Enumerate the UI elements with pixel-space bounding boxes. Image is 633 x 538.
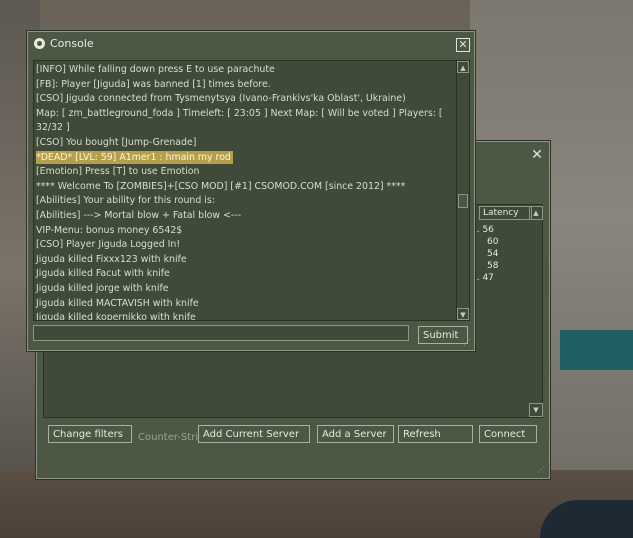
change-filters-button[interactable]: Change filters xyxy=(48,425,132,443)
add-current-server-button[interactable]: Add Current Server xyxy=(198,425,310,443)
scroll-up-icon[interactable]: ▲ xyxy=(529,206,543,220)
console-line-highlighted: *DEAD* [LVL: 59] A1mer1 : hmain my rod xyxy=(36,150,233,165)
add-server-button[interactable]: Add a Server xyxy=(317,425,394,443)
console-command-input[interactable] xyxy=(33,325,409,341)
console-line-text: [CSO] You bought [Jump-Grenade] xyxy=(36,136,197,148)
console-line-text: [Abilities] Your ability for this round … xyxy=(36,195,215,207)
console-line: [CSO] You bought [Jump-Grenade] xyxy=(36,135,454,150)
console-line: **** Welcome To [ZOMBIES]+[CSO MOD] [#1]… xyxy=(36,179,454,194)
console-line: [CSO] Jiguda connected from Tysmenytsya … xyxy=(36,91,454,106)
latency-column-header[interactable]: Latency xyxy=(479,206,532,220)
console-line: VIP-Menu: bonus money 6542$ xyxy=(36,223,454,238)
latency-value: 58 xyxy=(487,261,499,271)
console-log-lines: [INFO] While falling down press E to use… xyxy=(36,62,454,321)
console-line: 32/32 ] xyxy=(36,120,454,135)
console-line-text: [Abilities] ---> Mortal blow + Fatal blo… xyxy=(36,209,242,221)
console-line: [Abilities] ---> Mortal blow + Fatal blo… xyxy=(36,208,454,223)
console-line-text: Jiguda killed Facut with knife xyxy=(36,268,170,280)
resize-grip-icon[interactable]: ⋰ xyxy=(537,466,545,474)
console-line: [INFO] While falling down press E to use… xyxy=(36,62,454,77)
latency-value: 60 xyxy=(487,237,499,247)
console-line-text: Jiguda killed Fixxx123 with knife xyxy=(36,253,187,265)
console-line-text: Jiguda killed jorge with knife xyxy=(36,282,169,294)
console-line: Jiguda killed Fixxx123 with knife xyxy=(36,252,454,267)
background-water xyxy=(560,330,633,370)
console-line: Jiguda killed Facut with knife xyxy=(36,266,454,281)
console-line: [FB]: Player [Jiguda] was banned [1] tim… xyxy=(36,77,454,92)
console-line: [CSO] Player Jiguda Logged In! xyxy=(36,237,454,252)
console-line-text: Map: [ zm_battleground_foda ] Timeleft: … xyxy=(36,107,443,119)
console-log[interactable]: [INFO] While falling down press E to use… xyxy=(33,60,457,321)
scrollbar-thumb[interactable] xyxy=(458,194,468,208)
console-line: Map: [ zm_battleground_foda ] Timeleft: … xyxy=(36,106,454,121)
console-line-text: [CSO] Player Jiguda Logged In! xyxy=(36,239,181,251)
latency-value: 54 xyxy=(487,249,499,259)
console-line-text: VIP-Menu: bonus money 6542$ xyxy=(36,224,183,236)
resize-grip-icon[interactable]: ⋰ xyxy=(463,339,471,347)
browser-close-icon[interactable]: ✕ xyxy=(530,148,544,162)
background-ground xyxy=(0,470,633,538)
console-line-text: [INFO] While falling down press E to use… xyxy=(36,64,275,75)
console-line: Jiguda killed MACTAVISH with knife xyxy=(36,296,454,311)
console-line: [Emotion] Press [T] to use Emotion xyxy=(36,164,454,179)
submit-button[interactable]: Submit xyxy=(418,326,468,344)
console-window: Console ✕ [INFO] While falling down pres… xyxy=(27,31,475,351)
console-line-text: [FB]: Player [Jiguda] was banned [1] tim… xyxy=(36,78,271,90)
console-close-icon[interactable]: ✕ xyxy=(456,38,470,52)
console-line: Jiguda killed kopernikko with knife xyxy=(36,310,454,321)
console-line-text: Jiguda killed kopernikko with knife xyxy=(36,312,196,321)
scroll-down-icon[interactable]: ▼ xyxy=(457,308,469,320)
console-line-text: **** Welcome To [ZOMBIES]+[CSO MOD] [#1]… xyxy=(36,180,406,192)
console-scrollbar[interactable]: ▲ ▼ xyxy=(456,60,470,321)
console-line: Jiguda killed jorge with knife xyxy=(36,281,454,296)
console-line-text: 32/32 ] xyxy=(36,122,70,134)
console-line-text: Jiguda killed MACTAVISH with knife xyxy=(36,297,199,309)
console-line: [Abilities] Your ability for this round … xyxy=(36,193,454,208)
scroll-down-icon[interactable]: ▼ xyxy=(529,403,543,417)
console-title: Console xyxy=(50,37,94,50)
console-line: *DEAD* [LVL: 59] A1mer1 : hmain my rod xyxy=(36,150,454,165)
scroll-up-icon[interactable]: ▲ xyxy=(457,61,469,73)
connect-button[interactable]: Connect xyxy=(479,425,537,443)
refresh-button[interactable]: Refresh xyxy=(398,425,473,443)
console-line-text: [CSO] Jiguda connected from Tysmenytsya … xyxy=(36,93,406,105)
console-line-text: [Emotion] Press [T] to use Emotion xyxy=(36,166,200,178)
